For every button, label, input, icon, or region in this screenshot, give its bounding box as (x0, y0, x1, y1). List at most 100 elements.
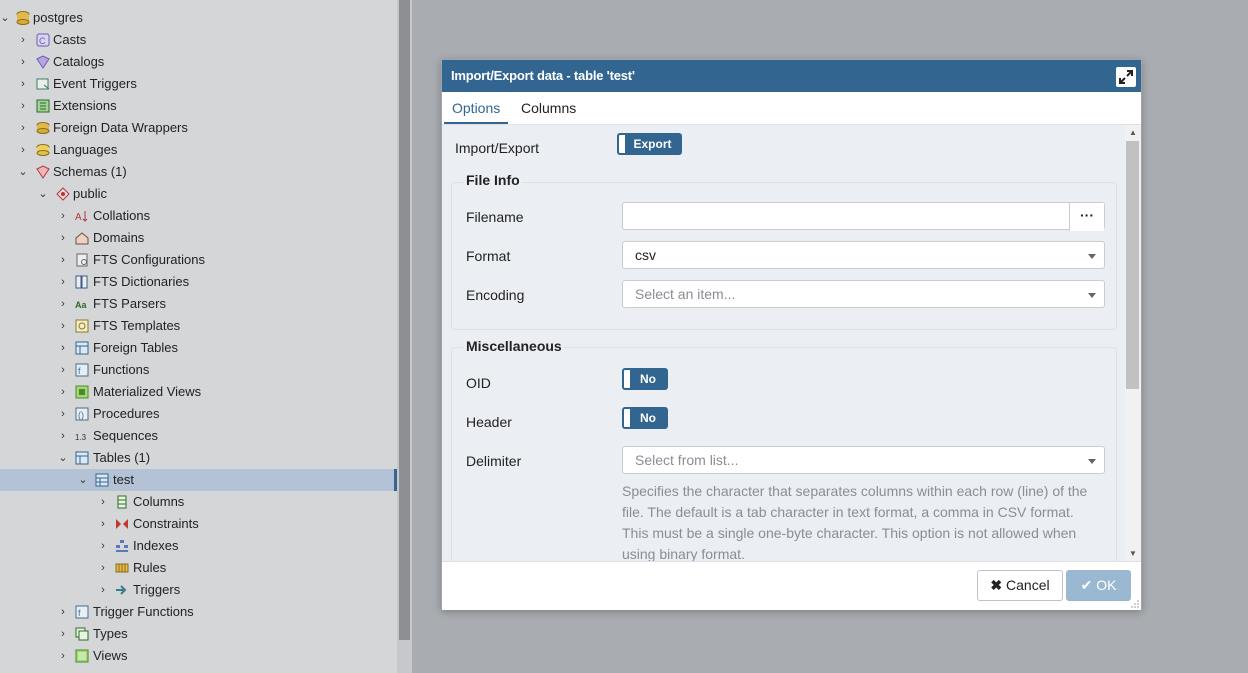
filename-field[interactable]: ··· (622, 202, 1105, 231)
extension-icon (36, 99, 50, 113)
tree-item-types[interactable]: › Types (0, 623, 397, 645)
tree-item-label: Columns (133, 494, 185, 509)
chevron-right-icon[interactable]: › (58, 381, 68, 403)
tree-item-trigger-functions[interactable]: › f Trigger Functions (0, 601, 397, 623)
tree-item-label: Foreign Data Wrappers (53, 120, 188, 135)
materialized-view-icon (75, 385, 89, 399)
header-toggle[interactable]: No (622, 407, 668, 429)
tree-item-catalogs[interactable]: › Catalogs (0, 51, 397, 73)
chevron-right-icon[interactable]: › (58, 403, 68, 425)
chevron-right-icon[interactable]: › (58, 359, 68, 381)
chevron-right-icon[interactable]: › (58, 249, 68, 271)
tree-item-constraints[interactable]: › Constraints (0, 513, 397, 535)
tab-options[interactable]: Options (443, 92, 509, 124)
tree-item-triggers[interactable]: › Triggers (0, 579, 397, 601)
tree-item-languages[interactable]: › Languages (0, 139, 397, 161)
chevron-right-icon[interactable]: › (18, 73, 28, 95)
browse-file-button[interactable]: ··· (1069, 203, 1104, 231)
chevron-right-icon[interactable]: › (58, 601, 68, 623)
tree-item-label: Sequences (93, 428, 159, 443)
chevron-right-icon[interactable]: › (98, 513, 108, 535)
chevron-right-icon[interactable]: › (18, 29, 28, 51)
collation-icon: A (75, 211, 88, 223)
dialog-scrollbar-thumb[interactable] (1126, 141, 1139, 389)
tab-columns[interactable]: Columns (521, 92, 576, 124)
dialog-header[interactable]: Import/Export data - table 'test' (442, 60, 1141, 92)
oid-toggle[interactable]: No (622, 368, 668, 390)
ok-button[interactable]: ✔ OK (1066, 570, 1131, 601)
tree-item-test[interactable]: ⌄ test (0, 469, 397, 491)
chevron-right-icon[interactable]: › (58, 227, 68, 249)
tree-item-foreign-data-wrappers[interactable]: › Foreign Data Wrappers (0, 117, 397, 139)
chevron-down-icon[interactable]: ⌄ (58, 447, 68, 469)
caret-down-icon (1088, 459, 1096, 464)
tree-item-extensions[interactable]: › Extensions (0, 95, 397, 117)
tree-item-label: FTS Templates (93, 318, 181, 333)
tables-icon (75, 451, 89, 465)
dialog-body: Import/Export Export File Info Filename … (442, 125, 1125, 561)
tree-item-rules[interactable]: › Rules (0, 557, 397, 579)
delimiter-select[interactable]: Select from list... (622, 446, 1105, 474)
import-export-toggle[interactable]: Export (617, 133, 682, 155)
resize-grip-icon[interactable] (1131, 600, 1139, 608)
chevron-down-icon[interactable]: ⌄ (78, 469, 88, 491)
chevron-right-icon[interactable]: › (98, 579, 108, 601)
chevron-right-icon[interactable]: › (98, 491, 108, 513)
tree-item-columns[interactable]: › Columns (0, 491, 397, 513)
svg-text:C: C (39, 36, 46, 46)
tree-item-fts-templates[interactable]: › FTS Templates (0, 315, 397, 337)
chevron-down-icon[interactable]: ⌄ (0, 7, 10, 29)
chevron-right-icon[interactable]: › (18, 51, 28, 73)
chevron-down-icon[interactable]: ⌄ (38, 183, 48, 205)
chevron-right-icon[interactable]: › (58, 205, 68, 227)
tree-item-label: Casts (53, 32, 87, 47)
dialog-scrollbar[interactable]: ▲ ▼ (1125, 125, 1141, 561)
tree-item-domains[interactable]: › Domains (0, 227, 397, 249)
tree-item-schemas[interactable]: ⌄ Schemas (1) (0, 161, 397, 183)
tree-item-indexes[interactable]: › Indexes (0, 535, 397, 557)
import-export-label: Import/Export (455, 140, 540, 156)
scroll-up-icon[interactable]: ▲ (1129, 128, 1137, 137)
chevron-down-icon[interactable]: ⌄ (18, 161, 28, 183)
chevron-right-icon[interactable]: › (18, 139, 28, 161)
function-icon: f (75, 363, 89, 377)
scroll-down-icon[interactable]: ▼ (1129, 549, 1137, 558)
maximize-button[interactable] (1116, 67, 1136, 87)
tree-item-functions[interactable]: › f Functions (0, 359, 397, 381)
chevron-right-icon[interactable]: › (58, 271, 68, 293)
chevron-right-icon[interactable]: › (58, 425, 68, 447)
chevron-right-icon[interactable]: › (58, 645, 68, 667)
tree-item-views[interactable]: › Views (0, 645, 397, 667)
tree-item-tables[interactable]: ⌄ Tables (1) (0, 447, 397, 469)
chevron-right-icon[interactable]: › (58, 337, 68, 359)
toggle-value: No (640, 372, 656, 386)
tree-scrollbar[interactable] (397, 0, 412, 673)
tree-item-collations[interactable]: › A Collations (0, 205, 397, 227)
chevron-right-icon[interactable]: › (98, 557, 108, 579)
tree-scrollbar-thumb[interactable] (399, 0, 410, 640)
tree-item-fts-configurations[interactable]: › FTS Configurations (0, 249, 397, 271)
chevron-right-icon[interactable]: › (98, 535, 108, 557)
foreign-table-icon (75, 341, 89, 355)
tree-item-sequences[interactable]: › 1.3 Sequences (0, 425, 397, 447)
tree-item-event-triggers[interactable]: › Event Triggers (0, 73, 397, 95)
tree-item-foreign-tables[interactable]: › Foreign Tables (0, 337, 397, 359)
tree-item-procedures[interactable]: › () Procedures (0, 403, 397, 425)
tree-item-postgres[interactable]: ⌄ postgres (0, 7, 397, 29)
tree-item-label: test (113, 472, 134, 487)
encoding-select[interactable]: Select an item... (622, 280, 1105, 308)
cancel-button[interactable]: ✖ Cancel (977, 570, 1063, 601)
format-select[interactable]: csv (622, 241, 1105, 269)
tree-item-label: Extensions (53, 98, 117, 113)
tree-item-fts-parsers[interactable]: › Aa FTS Parsers (0, 293, 397, 315)
chevron-right-icon[interactable]: › (18, 95, 28, 117)
tree-item-fts-dictionaries[interactable]: › FTS Dictionaries (0, 271, 397, 293)
tree-item-public[interactable]: ⌄ public (0, 183, 397, 205)
chevron-right-icon[interactable]: › (18, 117, 28, 139)
chevron-right-icon[interactable]: › (58, 293, 68, 315)
tree-item-materialized-views[interactable]: › Materialized Views (0, 381, 397, 403)
type-icon (75, 627, 89, 641)
chevron-right-icon[interactable]: › (58, 315, 68, 337)
tree-item-casts[interactable]: › C Casts (0, 29, 397, 51)
chevron-right-icon[interactable]: › (58, 623, 68, 645)
